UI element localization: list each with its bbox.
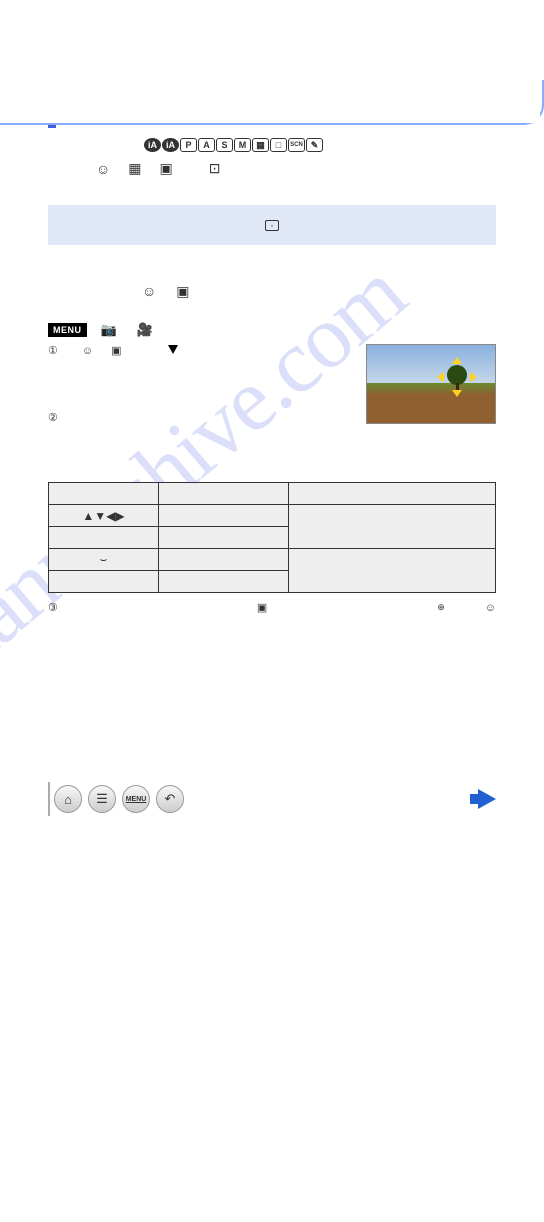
mode-M-icon: M — [234, 138, 251, 152]
down-arrow-icon — [168, 345, 178, 357]
mode-SCN-icon: SCN — [288, 138, 305, 152]
table-cell — [49, 527, 159, 549]
table-cell — [289, 483, 496, 505]
list-button[interactable]: ☰ — [88, 785, 116, 813]
face-detect-icon: ☺ — [82, 345, 93, 357]
table-row: ▲▼◀▶ — [49, 505, 496, 527]
footer-divider — [48, 782, 50, 816]
highlight-box — [48, 205, 496, 245]
single-af-icon: ▣ — [111, 344, 121, 357]
face-detect-icon: ☺ — [96, 161, 110, 177]
table-cell — [159, 505, 289, 527]
face-detect-icon: ☺ — [142, 283, 156, 300]
spot-af-icon: ⊡ — [209, 160, 221, 177]
dial-icon: ⌣ — [49, 549, 159, 571]
plus-icon: ⊕ — [437, 602, 445, 613]
menu-button[interactable]: MENU — [122, 785, 150, 813]
table-row: ⌣ — [49, 549, 496, 571]
menu-path: MENU 📷 🎥 — [48, 322, 496, 338]
mode-iAplus-icon: iA — [162, 138, 179, 152]
mode-P-icon: P — [180, 138, 197, 152]
mode-A-icon: A — [198, 138, 215, 152]
menu-label: MENU — [48, 323, 87, 337]
step-number-2: ② — [48, 412, 58, 424]
preview-image — [366, 344, 496, 424]
face-detect-icon: ☺ — [485, 602, 496, 614]
mode-C-icon: □ — [270, 138, 287, 152]
table-cell — [49, 571, 159, 593]
page-corner — [0, 80, 544, 125]
icon-row-2: ☺ ▣ — [142, 283, 496, 300]
af-target-overlay — [443, 363, 471, 391]
mode-dial-row: iA iA P A S M ▦ □ SCN ✎ — [144, 138, 496, 152]
table-cell — [289, 505, 496, 549]
mode-iA-icon: iA — [144, 138, 161, 152]
movie-icon: 🎥 — [137, 322, 153, 338]
mode-movie-icon: ▦ — [252, 138, 269, 152]
mode-creative-icon: ✎ — [306, 138, 323, 152]
step-1: ① ☺ ▣ — [48, 344, 496, 357]
table-cell — [49, 483, 159, 505]
step-number-3: ③ — [48, 601, 58, 614]
step-3: ③ ▣ ⊕ ☺ — [48, 601, 496, 614]
single-af-icon: ▣ — [160, 160, 173, 177]
table-cell — [159, 527, 289, 549]
cursor-keys-icon: ▲▼◀▶ — [49, 505, 159, 527]
mode-S-icon: S — [216, 138, 233, 152]
table-cell — [159, 549, 289, 571]
home-button[interactable]: ⌂ — [54, 785, 82, 813]
back-button[interactable]: ↶ — [156, 785, 184, 813]
step-number-1: ① — [48, 344, 58, 357]
single-af-icon: ▣ — [176, 283, 189, 300]
table-row — [49, 483, 496, 505]
next-page-arrow[interactable] — [478, 789, 496, 809]
table-cell — [159, 483, 289, 505]
operation-table: ▲▼◀▶ ⌣ — [48, 482, 496, 593]
camera-icon: 📷 — [101, 322, 117, 338]
multi-af-icon: ▦ — [128, 160, 141, 177]
af-area-icon — [265, 220, 279, 231]
single-af-icon: ▣ — [257, 601, 267, 614]
af-mode-row: ☺ ▦ ▣ ⊡ — [96, 160, 496, 177]
table-cell — [159, 571, 289, 593]
footer-nav: ⌂ ☰ MENU ↶ — [48, 782, 496, 816]
table-cell — [289, 549, 496, 593]
page-content: iA iA P A S M ▦ □ SCN ✎ ☺ ▦ ▣ ⊡ ☺ ▣ MENU… — [0, 80, 544, 614]
